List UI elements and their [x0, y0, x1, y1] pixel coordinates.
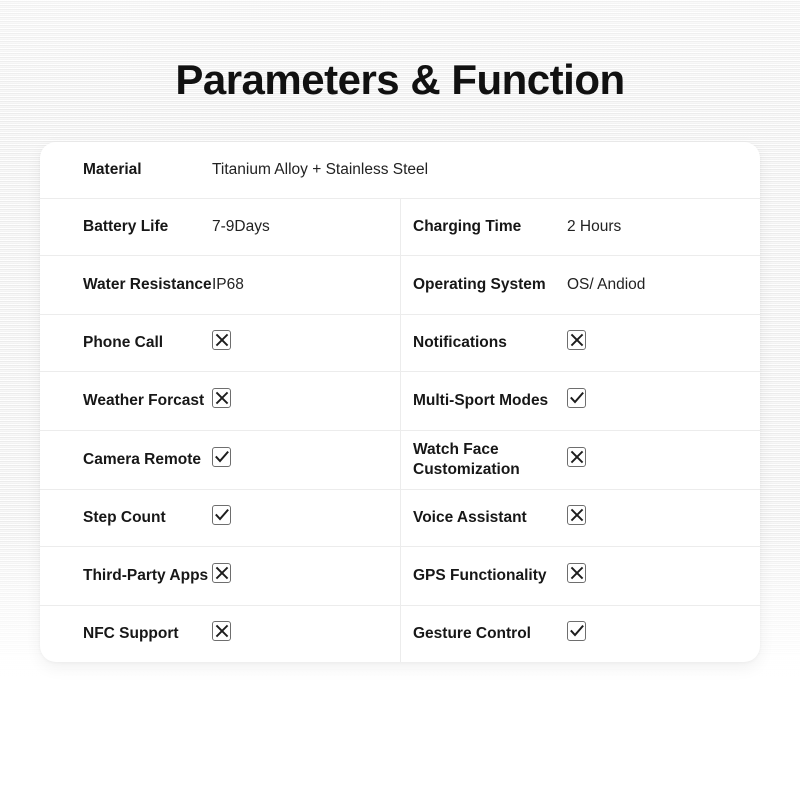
spec-label-camera-remote: Camera Remote	[83, 451, 202, 469]
spec-value-watch-face-customization	[567, 446, 586, 473]
table-row: Battery Life 7-9Days Charging Time 2 Hours	[40, 198, 760, 255]
spec-value-voice-assistant	[567, 504, 586, 531]
checkbox-checked-icon[interactable]	[212, 504, 231, 525]
spec-cell-water-resistance: Water Resistance IP68	[40, 256, 400, 314]
spec-cell-operating-system: Operating System OS/ Andiod	[400, 256, 760, 314]
spec-cell-notifications: Notifications	[400, 315, 760, 371]
spec-label-gesture-control: Gesture Control	[413, 625, 531, 643]
table-row: Third-Party Apps GPS Functionality	[40, 546, 760, 605]
spec-cell-third-party-apps: Third-Party Apps	[40, 547, 400, 605]
table-row: Water Resistance IP68 Operating System OS/ …	[40, 255, 760, 314]
spec-cell-watch-face-customization: Watch Face Customization	[400, 431, 760, 489]
table-row: Step Count Voice Assistant	[40, 489, 760, 546]
spec-label-phone-call: Phone Call	[83, 334, 164, 352]
spec-label-gps-functionality: GPS Functionality	[413, 567, 547, 585]
checkbox-crossed-icon[interactable]	[567, 329, 586, 350]
spec-cell-gps-functionality: GPS Functionality	[400, 547, 760, 605]
checkbox-crossed-icon[interactable]	[567, 562, 586, 583]
spec-cell-charging-time: Charging Time 2 Hours	[400, 199, 760, 255]
checkbox-crossed-icon[interactable]	[567, 504, 586, 525]
spec-value-multi-sport-modes	[567, 387, 586, 414]
spec-value-weather-forcast	[212, 387, 231, 414]
spec-label-nfc-support: NFC Support	[83, 625, 179, 643]
checkbox-checked-icon[interactable]	[212, 446, 231, 467]
table-row: Camera Remote Watch Face Customization	[40, 430, 760, 489]
spec-cell-voice-assistant: Voice Assistant	[400, 490, 760, 546]
spec-cell-gesture-control: Gesture Control	[400, 606, 760, 662]
spec-value-gesture-control	[567, 620, 586, 647]
background-fade	[0, 655, 800, 800]
spec-cell-material: Material Titanium Alloy + Stainless Steel	[40, 142, 760, 198]
spec-cell-nfc-support: NFC Support	[40, 606, 400, 662]
spec-cell-step-count: Step Count	[40, 490, 400, 546]
spec-value-charging-time: 2 Hours	[567, 217, 622, 235]
spec-label-multi-sport-modes: Multi-Sport Modes	[413, 392, 549, 410]
spec-value-third-party-apps	[212, 562, 231, 589]
spec-value-nfc-support	[212, 620, 231, 647]
spec-label-charging-time: Charging Time	[413, 218, 522, 236]
spec-value-material: Titanium Alloy + Stainless Steel	[212, 160, 429, 178]
spec-cell-weather-forcast: Weather Forcast	[40, 372, 400, 430]
spec-value-notifications	[567, 329, 586, 356]
checkbox-checked-icon[interactable]	[567, 620, 586, 641]
spec-label-water-resistance: Water Resistance	[83, 276, 212, 294]
spec-value-phone-call	[212, 329, 231, 356]
spec-cell-multi-sport-modes: Multi-Sport Modes	[400, 372, 760, 430]
spec-cell-battery-life: Battery Life 7-9Days	[40, 199, 400, 255]
spec-value-camera-remote	[212, 446, 231, 473]
spec-cell-camera-remote: Camera Remote	[40, 431, 400, 489]
table-row: Material Titanium Alloy + Stainless Steel	[40, 142, 760, 198]
spec-value-operating-system: OS/ Andiod	[567, 275, 646, 293]
spec-label-step-count: Step Count	[83, 509, 166, 527]
table-row: NFC Support Gesture Control	[40, 605, 760, 662]
spec-value-water-resistance: IP68	[212, 275, 244, 293]
spec-label-voice-assistant: Voice Assistant	[413, 509, 527, 527]
spec-label-notifications: Notifications	[413, 334, 507, 352]
table-row: Weather Forcast Multi-Sport Modes	[40, 371, 760, 430]
spec-value-battery-life: 7-9Days	[212, 217, 270, 235]
spec-cell-phone-call: Phone Call	[40, 315, 400, 371]
spec-label-material: Material	[83, 161, 142, 179]
checkbox-crossed-icon[interactable]	[567, 446, 586, 467]
checkbox-crossed-icon[interactable]	[212, 562, 231, 583]
spec-label-watch-face-customization: Watch Face Customization	[413, 441, 520, 478]
checkbox-crossed-icon[interactable]	[212, 387, 231, 408]
checkbox-crossed-icon[interactable]	[212, 329, 231, 350]
page-title: Parameters & Function	[175, 56, 625, 103]
spec-label-third-party-apps: Third-Party Apps	[83, 567, 209, 585]
checkbox-checked-icon[interactable]	[567, 387, 586, 408]
table-row: Phone Call Notifications	[40, 314, 760, 371]
spec-label-battery-life: Battery Life	[83, 218, 169, 236]
spec-value-gps-functionality	[567, 562, 586, 589]
checkbox-crossed-icon[interactable]	[212, 620, 231, 641]
spec-label-weather-forcast: Weather Forcast	[83, 392, 205, 410]
specification-table: Material Titanium Alloy + Stainless Steel…	[40, 142, 760, 662]
spec-value-step-count	[212, 504, 231, 531]
spec-label-operating-system: Operating System	[413, 276, 546, 294]
